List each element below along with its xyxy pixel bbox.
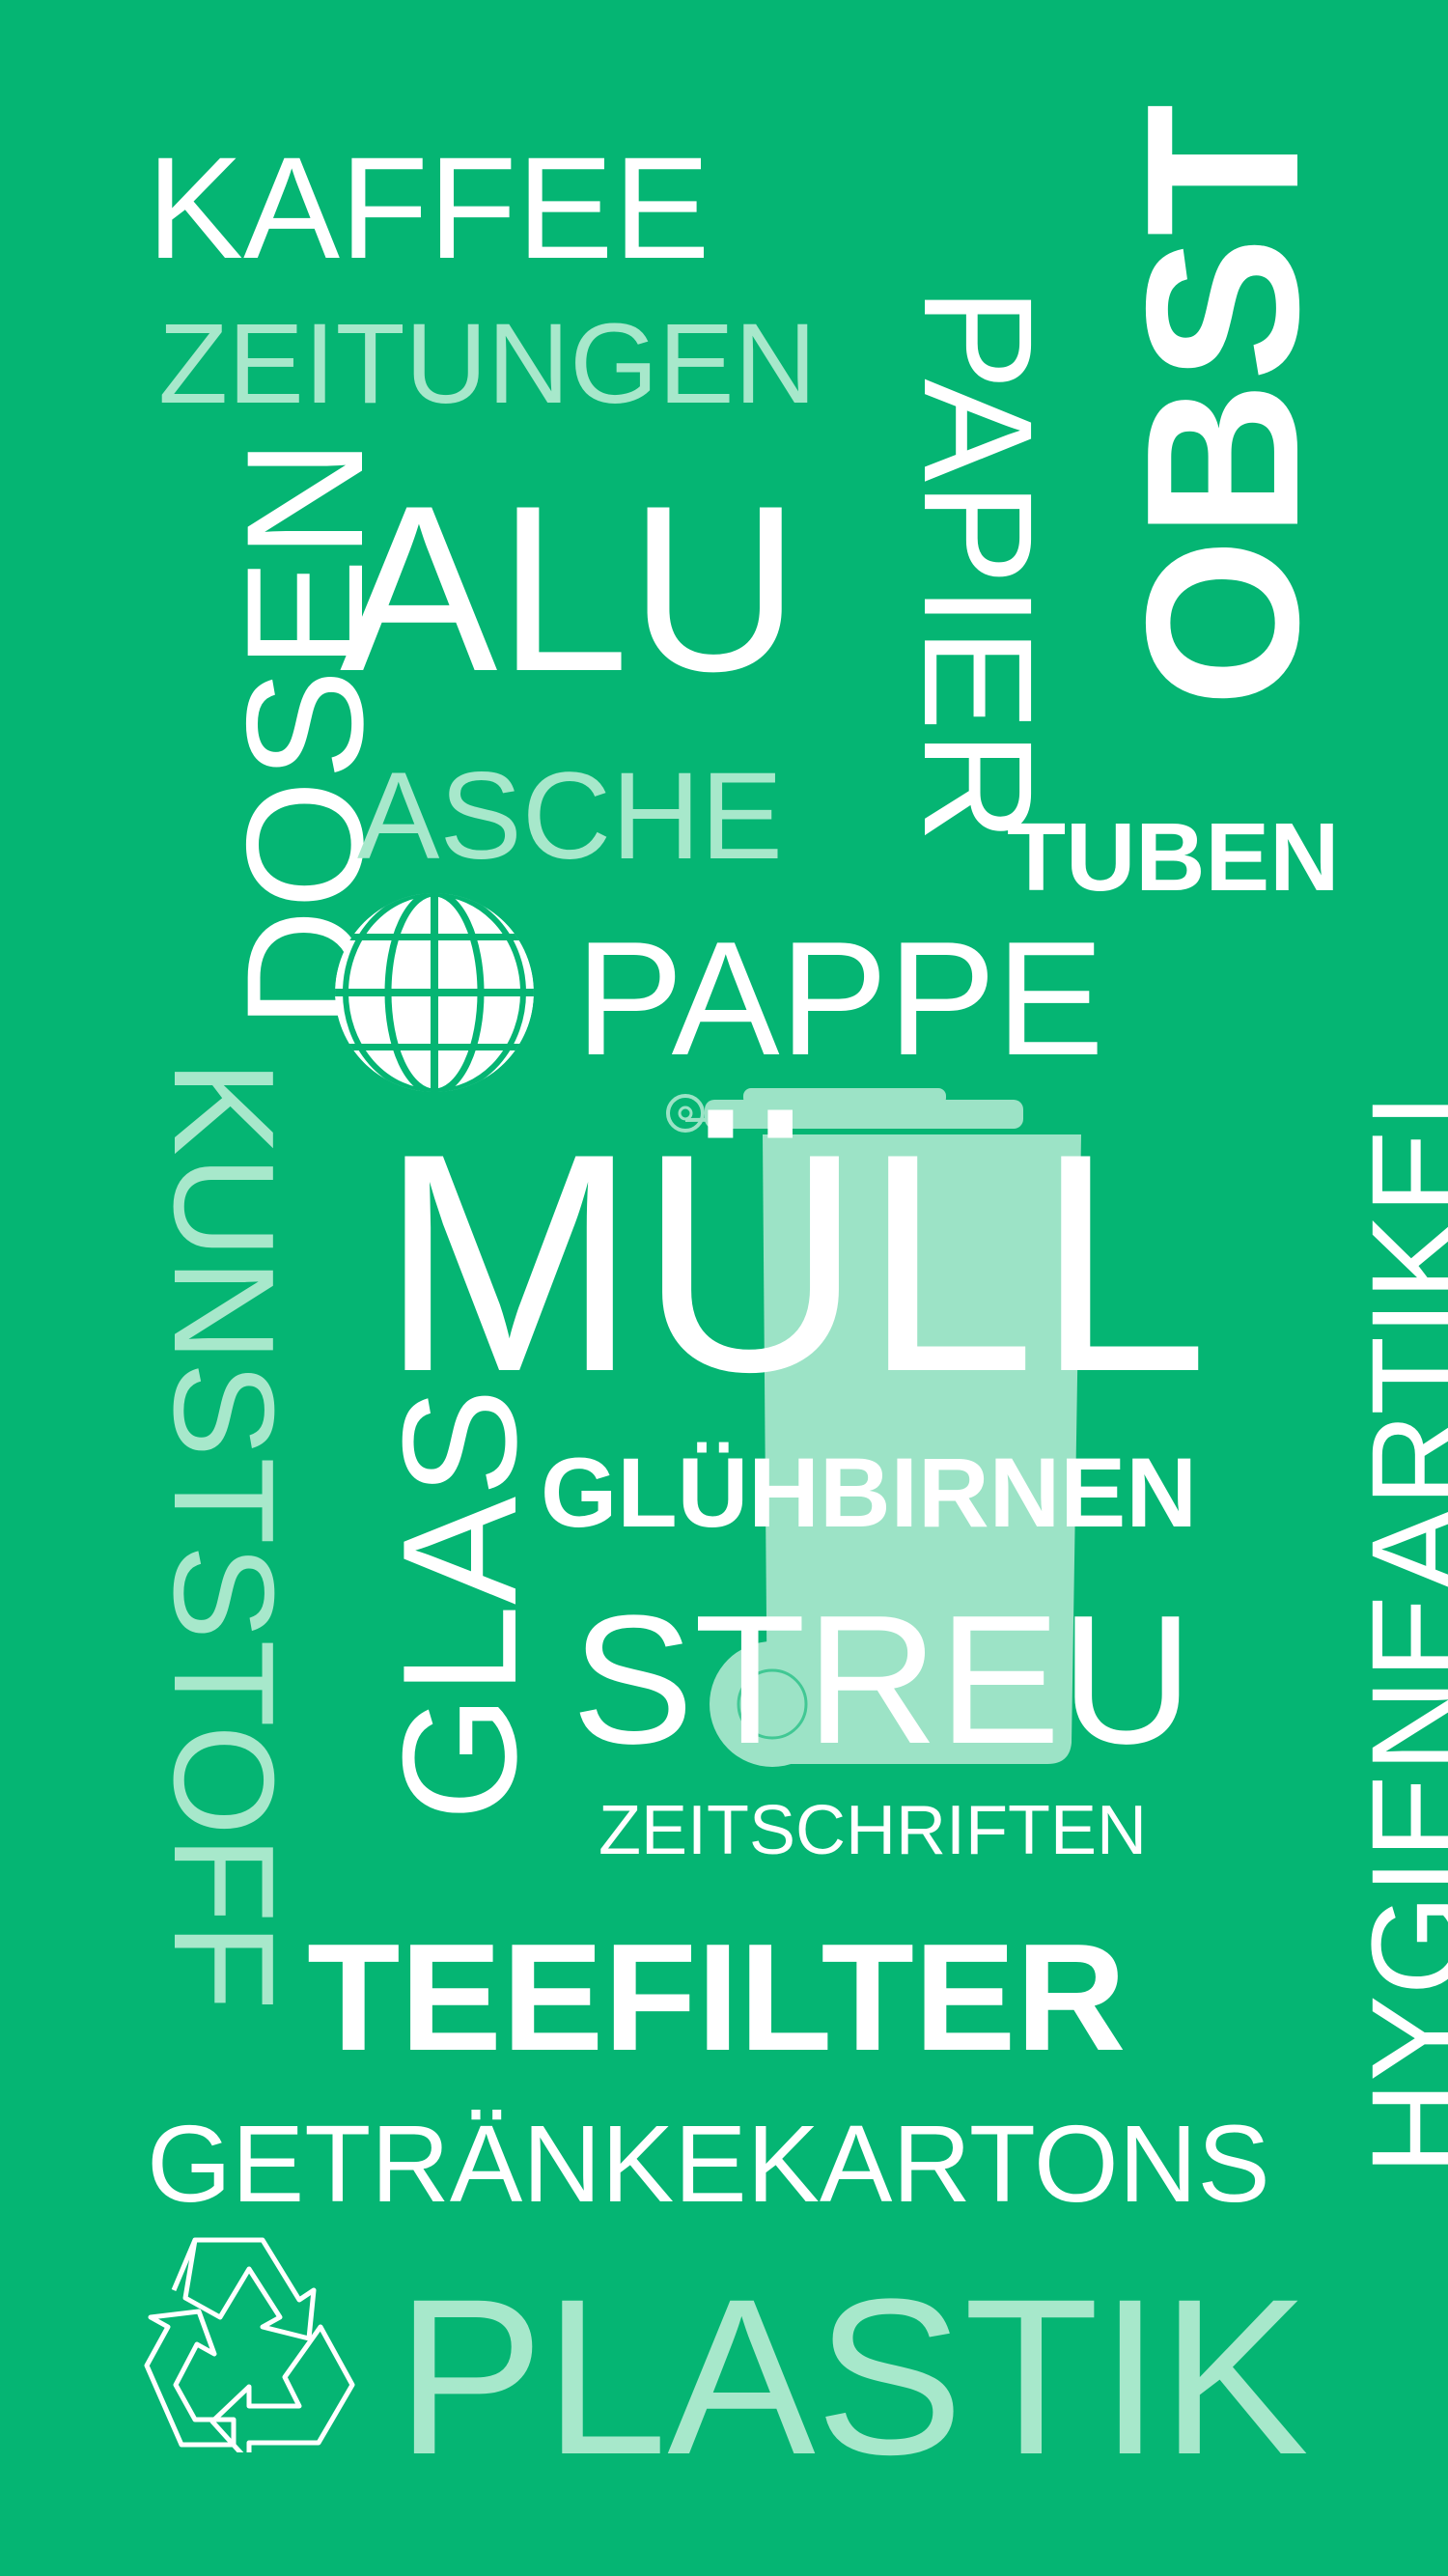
word-hygieneartikel: HYGIENEARTIKEL xyxy=(1346,1055,1448,2175)
word-pappe: PAPPE xyxy=(575,908,1104,1089)
word-gluehbirnen: GLÜHBIRNEN xyxy=(541,1438,1197,1548)
word-alu: ALU xyxy=(340,456,800,720)
word-streu: STREU xyxy=(571,1578,1193,1782)
recycle-icon xyxy=(144,2237,355,2452)
word-tuben: TUBEN xyxy=(1007,803,1340,911)
word-kaffee: KAFFEE xyxy=(147,126,710,289)
word-zeitschriften: ZEITSCHRIFTEN xyxy=(599,1792,1147,1869)
word-glas: GLAS xyxy=(369,1387,550,1822)
word-plastik: PLASTIK xyxy=(396,2253,1309,2501)
word-teefilter: TEEFILTER xyxy=(307,1913,1127,2083)
word-getraenkekartons: GETRÄNKEKARTONS xyxy=(147,2103,1270,2225)
word-kunststoff: KUNSTSTOFF xyxy=(144,1060,303,2010)
globe-icon xyxy=(335,893,534,1092)
waste-word-cloud-poster: { "words": { "kaffee": "KAFFEE", "zeitun… xyxy=(0,0,1448,2576)
word-obst: OBST xyxy=(1100,103,1344,708)
word-papier: PAPIER xyxy=(892,287,1065,843)
word-asche: ASCHE xyxy=(357,747,783,885)
